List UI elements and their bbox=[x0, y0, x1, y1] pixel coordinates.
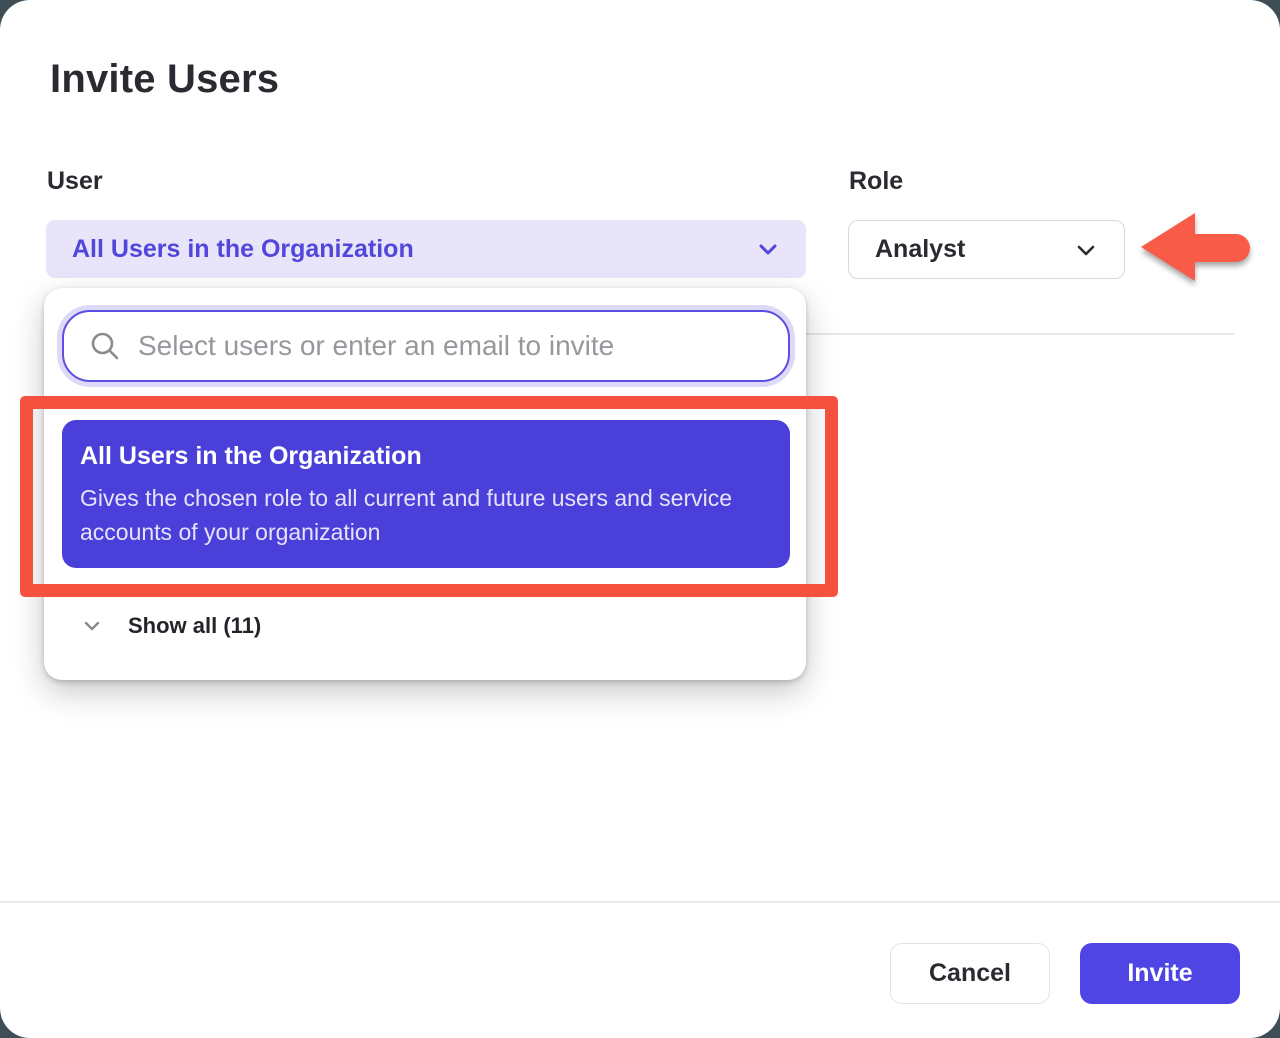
role-select[interactable]: Analyst bbox=[848, 220, 1125, 279]
role-field-label: Role bbox=[849, 167, 903, 196]
user-select[interactable]: All Users in the Organization bbox=[46, 220, 806, 278]
user-search-box[interactable] bbox=[62, 310, 790, 382]
search-icon bbox=[88, 329, 122, 363]
chevron-down-icon bbox=[82, 616, 102, 636]
page-title: Invite Users bbox=[50, 57, 279, 102]
user-search-input[interactable] bbox=[138, 330, 764, 362]
divider bbox=[806, 333, 1234, 335]
user-dropdown-panel: All Users in the Organization Gives the … bbox=[44, 288, 806, 680]
option-description: Gives the chosen role to all current and… bbox=[80, 481, 760, 549]
chevron-down-icon bbox=[1074, 238, 1098, 262]
invite-users-modal: Invite Users User All Users in the Organ… bbox=[0, 0, 1280, 1038]
dropdown-option-all-users[interactable]: All Users in the Organization Gives the … bbox=[62, 420, 790, 568]
user-select-value: All Users in the Organization bbox=[72, 235, 756, 264]
cancel-button[interactable]: Cancel bbox=[890, 943, 1050, 1004]
annotation-arrow-icon bbox=[1138, 206, 1254, 294]
role-select-value: Analyst bbox=[875, 235, 1074, 264]
show-all-label: Show all (11) bbox=[128, 613, 261, 639]
footer-divider bbox=[0, 901, 1280, 903]
invite-button[interactable]: Invite bbox=[1080, 943, 1240, 1004]
user-field-label: User bbox=[47, 167, 103, 196]
show-all-toggle[interactable]: Show all (11) bbox=[44, 598, 806, 654]
chevron-down-icon bbox=[756, 237, 780, 261]
option-title: All Users in the Organization bbox=[80, 442, 760, 471]
